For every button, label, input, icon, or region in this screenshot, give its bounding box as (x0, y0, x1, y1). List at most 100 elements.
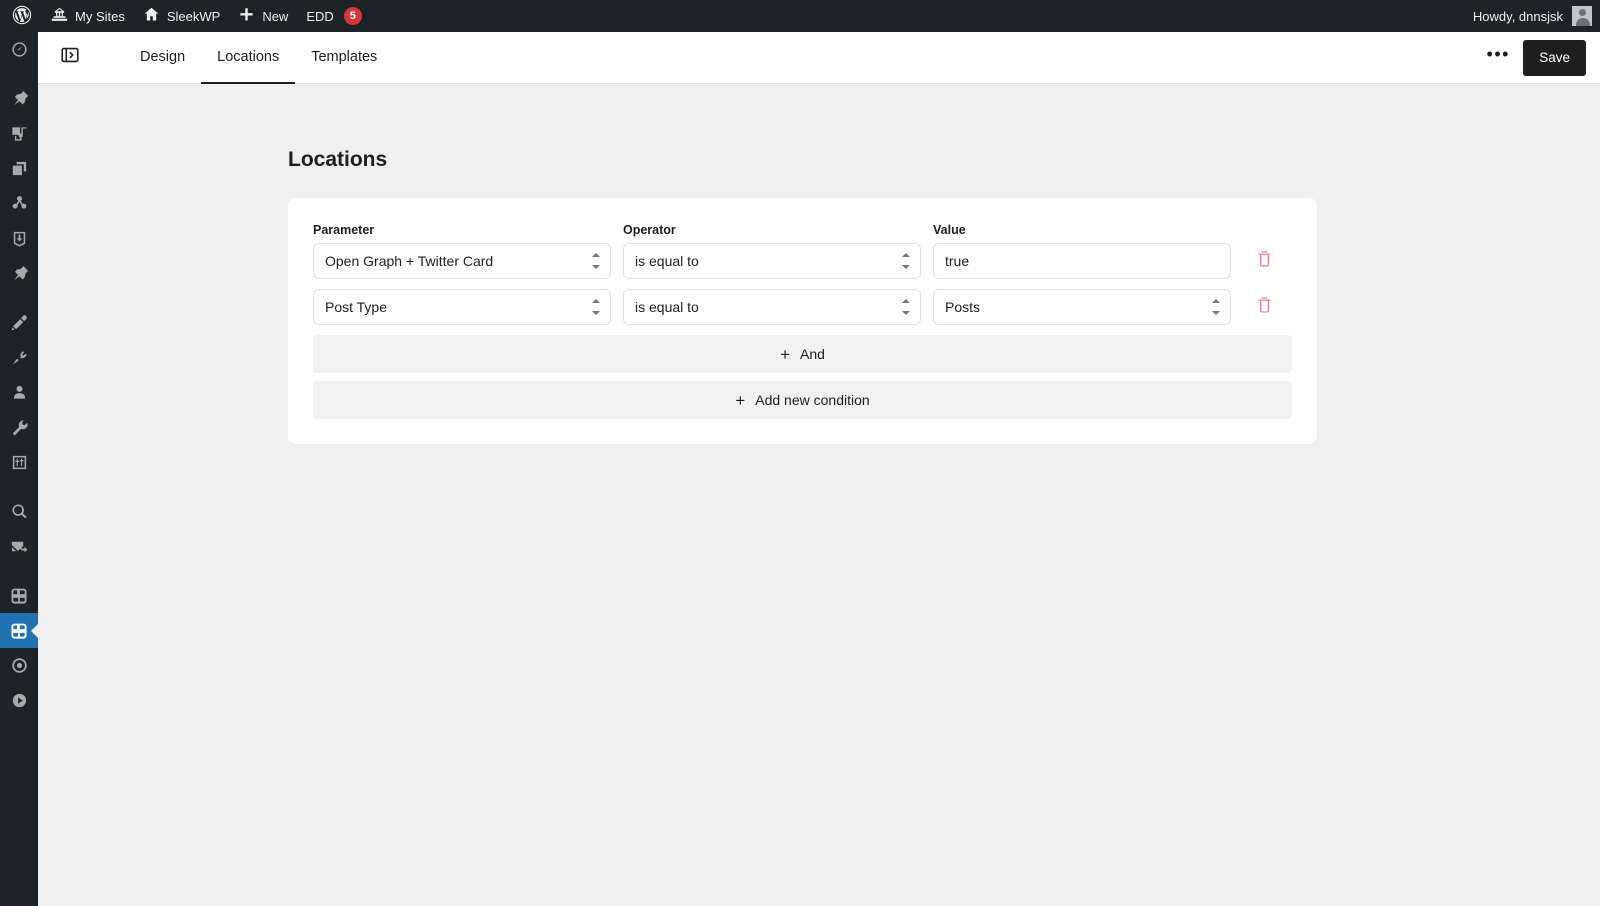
parameter-select-1[interactable]: Post Type (313, 289, 611, 325)
plus-icon: + (735, 390, 746, 410)
tab-locations-label: Locations (217, 48, 280, 65)
adminbar-new-label: New (262, 8, 289, 24)
adminbar-edd[interactable]: EDD 5 (297, 0, 370, 32)
dashboard-icon (10, 40, 29, 59)
sidebar-item-search[interactable] (0, 494, 38, 529)
sidebar-item-appearance[interactable] (0, 305, 38, 340)
howdy-label: Howdy, dnnsjsk (1472, 8, 1563, 24)
value-select-1[interactable]: Posts (933, 289, 1231, 325)
value-input-0[interactable]: true (933, 243, 1231, 279)
plus-icon (238, 6, 255, 26)
brush-icon (10, 313, 29, 332)
parameter-select-1-value: Post Type (325, 299, 388, 315)
editor-tabs: Design Locations Templates (124, 32, 393, 84)
plugin-icon (10, 348, 29, 367)
pin-icon (10, 264, 29, 283)
sidebar-item-blockstudio[interactable] (0, 613, 38, 648)
tab-templates-label: Templates (311, 48, 378, 65)
sidebar-item-dashboard[interactable] (0, 32, 38, 67)
save-button[interactable]: Save (1523, 39, 1586, 76)
home-icon (143, 6, 160, 26)
ellipsis-icon: ••• (1486, 44, 1510, 64)
wordpress-logo-icon (12, 5, 32, 28)
sidebar-item-posts[interactable] (0, 81, 38, 116)
parameter-column-label: Parameter (313, 223, 375, 237)
value-input-0-value: true (945, 253, 970, 269)
delete-condition-button-0[interactable] (1249, 246, 1279, 276)
import-icon (10, 229, 29, 248)
tab-design[interactable]: Design (124, 32, 201, 84)
chevron-updown-icon (591, 299, 601, 315)
tab-design-label: Design (140, 48, 186, 65)
delete-condition-button-1[interactable] (1249, 292, 1279, 322)
sidebar-item-play[interactable] (0, 683, 38, 718)
share-icon (10, 194, 29, 213)
sidebar-item-mail[interactable] (0, 529, 38, 564)
mail-icon (10, 537, 29, 556)
sidebar-item-media[interactable] (0, 116, 38, 151)
add-and-condition-button[interactable]: + And (313, 335, 1292, 373)
sidebar-item-import[interactable] (0, 221, 38, 256)
admin-bar: My Sites SleekWP New EDD 5 Howdy, dnnsjs… (0, 0, 1600, 32)
condition-row: Open Graph + Twitter Card is equal to tr… (313, 243, 1292, 279)
sidebar-item-tools[interactable] (0, 410, 38, 445)
conditions-header-row: Parameter Operator Value (313, 223, 1292, 237)
adminbar-new[interactable]: New (229, 0, 297, 32)
condition-row: Post Type is equal to Posts (313, 289, 1292, 325)
delete-cell (1243, 292, 1285, 322)
plus-icon: + (780, 344, 790, 364)
operator-select-1[interactable]: is equal to (623, 289, 921, 325)
adminbar-my-sites-label: My Sites (75, 8, 125, 24)
sites-icon (51, 6, 68, 26)
wordpress-logo-button[interactable] (0, 0, 42, 32)
sidebar-item-share[interactable] (0, 186, 38, 221)
search-icon (10, 502, 29, 521)
tab-templates[interactable]: Templates (295, 32, 393, 84)
operator-column-label: Operator (623, 223, 676, 237)
main-content: Locations Parameter Operator Value Open … (38, 84, 1600, 906)
avatar (1572, 6, 1592, 26)
adminbar-my-account[interactable]: Howdy, dnnsjsk (1464, 0, 1600, 32)
blocks-icon (9, 586, 29, 606)
sidebar-item-users[interactable] (0, 375, 38, 410)
adminbar-edd-badge: 5 (343, 7, 362, 25)
chevron-updown-icon (901, 253, 911, 269)
adminbar-edd-label: EDD (306, 8, 334, 24)
add-new-condition-button[interactable]: + Add new condition (313, 381, 1292, 419)
sidebar-item-pinned[interactable] (0, 256, 38, 291)
sidebar-item-circle[interactable] (0, 648, 38, 683)
sidebar-toggle-button[interactable] (54, 42, 86, 74)
wrench-icon (10, 418, 29, 437)
adminbar-site-name[interactable]: SleekWP (134, 0, 229, 32)
parameter-select-0[interactable]: Open Graph + Twitter Card (313, 243, 611, 279)
parameter-select-0-value: Open Graph + Twitter Card (325, 253, 494, 269)
value-column-label: Value (933, 223, 966, 237)
circle-dot-icon (10, 656, 29, 675)
delete-column-spacer (1243, 223, 1285, 237)
chevron-updown-icon (1211, 299, 1221, 315)
sidebar-item-blocks[interactable] (0, 578, 38, 613)
sliders-icon (10, 453, 29, 472)
sidebar-item-pages[interactable] (0, 151, 38, 186)
pages-icon (10, 159, 29, 178)
adminbar-site-name-label: SleekWP (166, 8, 221, 24)
sidebar-item-settings[interactable] (0, 445, 38, 480)
add-and-condition-label: And (800, 346, 825, 362)
user-icon (10, 383, 29, 402)
trash-icon (1257, 250, 1272, 272)
operator-select-0-value: is equal to (635, 253, 699, 269)
delete-cell (1243, 246, 1285, 276)
play-icon (10, 691, 29, 710)
value-select-1-value: Posts (945, 299, 981, 315)
admin-sidebar-menu (0, 32, 38, 906)
pin-icon (10, 89, 29, 108)
operator-select-0[interactable]: is equal to (623, 243, 921, 279)
trash-icon (1257, 296, 1272, 318)
sidebar-item-plugins[interactable] (0, 340, 38, 375)
editor-header: Design Locations Templates ••• Save (38, 32, 1600, 84)
tab-locations[interactable]: Locations (201, 32, 296, 84)
more-options-button[interactable]: ••• (1481, 41, 1515, 75)
adminbar-my-sites[interactable]: My Sites (42, 0, 134, 32)
